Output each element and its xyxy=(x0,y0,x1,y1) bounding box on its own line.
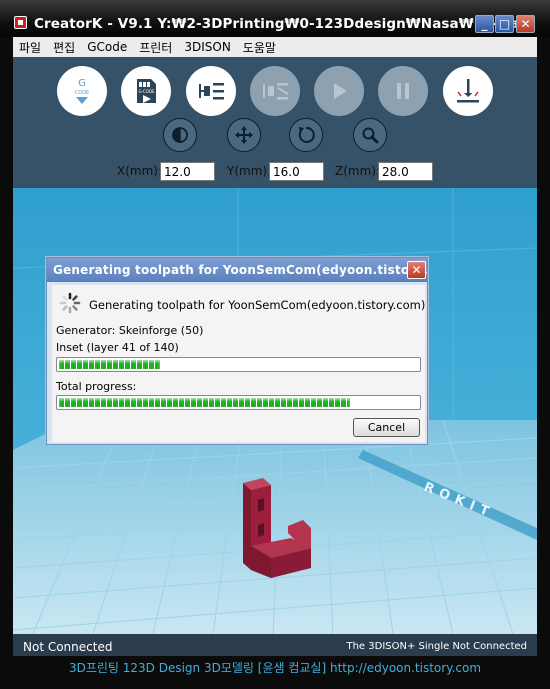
menu-edit[interactable]: 편집 xyxy=(47,39,81,56)
generator-label: Generator: Skeinforge (50) xyxy=(56,324,204,337)
menu-bar: 파일 편집 GCode 프린터 3DISON 도움말 xyxy=(13,37,537,57)
dialog-message: Generating toolpath for YoonSemCom(edyoo… xyxy=(89,298,426,312)
pause-button[interactable] xyxy=(378,66,428,116)
play-icon xyxy=(334,83,347,99)
connect-plug-icon xyxy=(199,83,224,100)
footer-caption: 3D프린팅 123D Design 3D모델링 [윤샘 컴교실] http://… xyxy=(68,661,482,675)
close-button[interactable]: ✕ xyxy=(516,15,535,33)
sd-card-gcode-icon: G-CODE xyxy=(137,79,156,103)
step-progress-bar xyxy=(56,357,421,372)
minimize-button[interactable]: _ xyxy=(475,15,494,33)
connect-button[interactable] xyxy=(186,66,236,116)
printer-status: The 3DISON+ Single Not Connected xyxy=(346,641,527,652)
gcode-download-button[interactable]: G CODE xyxy=(57,66,107,116)
disconnect-button[interactable] xyxy=(250,66,300,116)
window-title: CreatorK - V9.1 Y:₩2-3DPrinting₩0-123Dde… xyxy=(34,16,535,32)
menu-file[interactable]: 파일 xyxy=(13,39,47,56)
sd-card-button[interactable]: G-CODE xyxy=(121,66,171,116)
zoom-icon xyxy=(362,127,379,144)
rotate-icon xyxy=(298,126,315,143)
move-button[interactable] xyxy=(227,118,261,152)
spinner-icon xyxy=(59,292,81,314)
connection-status: Not Connected xyxy=(23,640,113,654)
menu-gcode[interactable]: GCode xyxy=(81,40,133,54)
total-progress-bar xyxy=(56,395,421,410)
step-label: Inset (layer 41 of 140) xyxy=(56,341,179,354)
x-label: X(mm): xyxy=(117,164,163,178)
step-progress-fill xyxy=(59,360,160,369)
total-progress-label: Total progress: xyxy=(56,380,137,393)
disconnect-plug-icon xyxy=(263,83,289,100)
cancel-button[interactable]: Cancel xyxy=(353,418,420,437)
status-bar: Not Connected The 3DISON+ Single Not Con… xyxy=(13,634,537,656)
z-label: Z(mm): xyxy=(335,164,381,178)
z-coordinate-input[interactable] xyxy=(378,162,433,181)
app-window: CreatorK - V9.1 Y:₩2-3DPrinting₩0-123Dde… xyxy=(0,0,550,689)
dialog-title: Generating toolpath for YoonSemCom(edyoo… xyxy=(53,263,429,277)
rotate-button[interactable] xyxy=(289,118,323,152)
pause-icon xyxy=(397,83,409,99)
total-progress-fill xyxy=(59,398,350,407)
gcode-download-icon: G CODE xyxy=(75,78,89,104)
sd-card-label: G-CODE xyxy=(138,89,155,94)
toolpath-progress-dialog: Generating toolpath for YoonSemCom(edyoo… xyxy=(46,257,428,445)
menu-3dison[interactable]: 3DISON xyxy=(178,40,236,54)
move-arrows-icon xyxy=(235,126,253,144)
x-coordinate-input[interactable] xyxy=(160,162,215,181)
app-logo-icon xyxy=(14,16,27,29)
zoom-button[interactable] xyxy=(353,118,387,152)
dialog-title-bar[interactable]: Generating toolpath for YoonSemCom(edyoo… xyxy=(47,258,429,282)
mirror-button[interactable] xyxy=(163,118,197,152)
level-bed-icon xyxy=(457,79,479,103)
gcode-code-text: CODE xyxy=(75,90,89,96)
dialog-close-button[interactable]: ✕ xyxy=(407,261,426,279)
menu-printer[interactable]: 프린터 xyxy=(133,39,178,56)
play-button[interactable] xyxy=(314,66,364,116)
toolbar: G CODE G-CODE X(mm): 12.0 Y(mm): 16.0 Z(… xyxy=(13,57,537,188)
mirror-icon xyxy=(172,127,188,143)
y-coordinate-input[interactable] xyxy=(269,162,324,181)
title-bar[interactable]: CreatorK - V9.1 Y:₩2-3DPrinting₩0-123Dde… xyxy=(0,0,550,37)
menu-help[interactable]: 도움말 xyxy=(237,39,282,56)
y-label: Y(mm): xyxy=(227,164,272,178)
dialog-body: Generating toolpath for YoonSemCom(edyoo… xyxy=(52,285,425,442)
gcode-g-text: G xyxy=(78,78,86,89)
level-bed-button[interactable] xyxy=(443,66,493,116)
maximize-button[interactable]: □ xyxy=(495,15,514,33)
